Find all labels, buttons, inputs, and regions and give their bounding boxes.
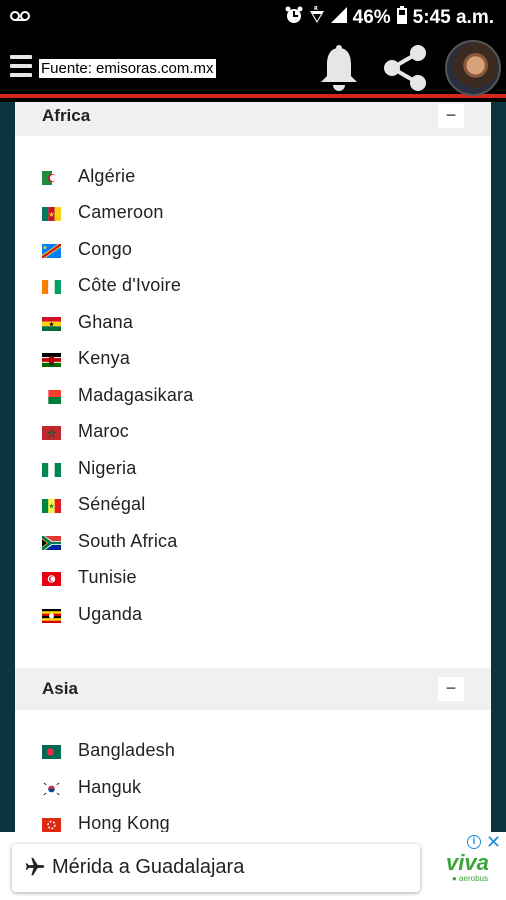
country-name: Tunisie: [78, 567, 137, 587]
svg-text:R: R: [314, 6, 318, 12]
section-header-asia[interactable]: Asia −: [15, 668, 491, 710]
country-name: Kenya: [78, 348, 131, 368]
section-header-africa[interactable]: Africa −: [15, 102, 491, 136]
ad-text: Mérida a Guadalajara: [52, 856, 245, 878]
bangladesh-flag-icon: [42, 745, 61, 759]
country-list-scroll[interactable]: Africa − Algérie Cameroon Congo Côte d'I…: [0, 102, 506, 832]
country-name: Nigeria: [78, 458, 137, 478]
country-name: Congo: [78, 239, 133, 259]
country-name: Côte d'Ivoire: [78, 275, 182, 295]
country-item[interactable]: Tunisie: [15, 561, 491, 597]
kenya-flag-icon: [42, 353, 61, 367]
ad-cta-button[interactable]: Mérida a Guadalajara: [12, 844, 420, 892]
senegal-flag-icon: [42, 499, 61, 513]
battery-icon: [396, 6, 407, 30]
country-item[interactable]: Nigeria: [15, 452, 491, 488]
avatar[interactable]: [445, 40, 501, 96]
hong-kong-flag-icon: [42, 818, 61, 832]
ad-brand-sub: ● aerobus: [452, 874, 488, 883]
app-bar: Fuente: emisoras.com.mx: [0, 36, 506, 98]
congo-flag-icon: [42, 244, 61, 258]
country-name: Algérie: [78, 166, 136, 186]
country-name: Maroc: [78, 421, 130, 441]
ad-close-icon[interactable]: ✕: [486, 832, 501, 853]
clock: 5:45 a.m.: [412, 7, 494, 28]
menu-icon[interactable]: [10, 55, 32, 77]
morocco-flag-icon: [42, 426, 61, 440]
section-title: Asia: [42, 679, 78, 698]
country-item[interactable]: Ghana: [15, 306, 491, 342]
country-name: Madagasikara: [78, 385, 194, 405]
cameroon-flag-icon: [42, 207, 61, 221]
signal-icon: [330, 7, 347, 29]
section-title: Africa: [42, 106, 91, 125]
country-item[interactable]: Kenya: [15, 342, 491, 378]
status-bar: R 46% 5:45 a.m.: [0, 0, 506, 36]
battery-percent: 46%: [352, 7, 391, 28]
madagascar-flag-icon: [42, 390, 61, 404]
country-name: Sénégal: [78, 494, 146, 514]
alarm-icon: [285, 6, 303, 30]
south-africa-flag-icon: [42, 536, 61, 550]
country-item[interactable]: Cameroon: [15, 196, 491, 232]
country-name: Ghana: [78, 312, 134, 332]
uganda-flag-icon: [42, 609, 61, 623]
section-asia: Asia − Bangladesh Hanguk Hong Kong: [15, 668, 491, 832]
country-item[interactable]: Bangladesh: [15, 734, 491, 770]
country-name: Cameroon: [78, 202, 164, 222]
nigeria-flag-icon: [42, 463, 61, 477]
tunisia-flag-icon: [42, 572, 61, 586]
wifi-icon: R: [309, 6, 325, 30]
section-africa: Africa − Algérie Cameroon Congo Côte d'I…: [15, 102, 491, 673]
country-name: South Africa: [78, 531, 178, 551]
country-item[interactable]: Sénégal: [15, 488, 491, 524]
collapse-button-asia[interactable]: −: [438, 677, 464, 701]
country-item[interactable]: Maroc: [15, 415, 491, 451]
country-item[interactable]: Madagasikara: [15, 379, 491, 415]
share-icon[interactable]: [380, 43, 430, 98]
country-item[interactable]: Algérie: [15, 160, 491, 196]
country-name: Uganda: [78, 604, 143, 624]
algeria-flag-icon: [42, 171, 61, 185]
ghana-flag-icon: [42, 317, 61, 331]
collapse-button-africa[interactable]: −: [438, 104, 464, 128]
country-item[interactable]: Congo: [15, 233, 491, 269]
country-item[interactable]: Uganda: [15, 598, 491, 634]
cote-divoire-flag-icon: [42, 280, 61, 294]
country-name: Bangladesh: [78, 740, 176, 760]
country-item[interactable]: South Africa: [15, 525, 491, 561]
ad-info-icon[interactable]: i: [467, 835, 481, 849]
country-item[interactable]: Hanguk: [15, 771, 491, 807]
voicemail-icon: [10, 9, 30, 27]
south-korea-flag-icon: [42, 782, 61, 796]
country-item[interactable]: Hong Kong: [15, 807, 491, 832]
country-name: Hong Kong: [78, 813, 170, 832]
ad-brand-logo[interactable]: viva: [446, 850, 489, 876]
source-label: Fuente: emisoras.com.mx: [39, 59, 216, 78]
airplane-icon: [24, 856, 46, 883]
ad-banner[interactable]: Mérida a Guadalajara viva ● aerobus i ✕: [0, 832, 506, 900]
country-name: Hanguk: [78, 777, 142, 797]
bell-icon[interactable]: [318, 44, 360, 97]
country-item[interactable]: Côte d'Ivoire: [15, 269, 491, 305]
